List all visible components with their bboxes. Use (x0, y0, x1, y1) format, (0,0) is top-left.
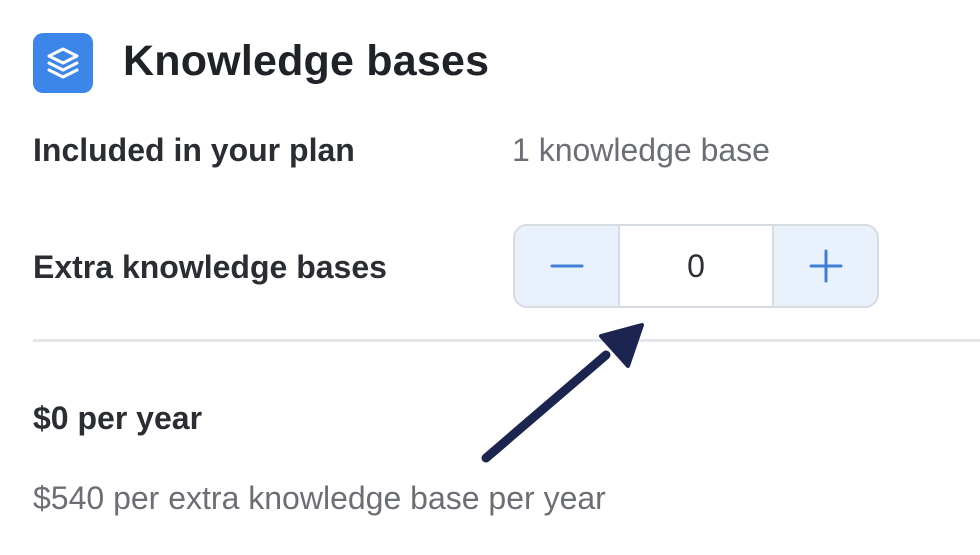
knowledge-bases-panel: Knowledge bases Included in your plan 1 … (0, 0, 980, 555)
quantity-input[interactable]: 0 (618, 226, 774, 306)
extra-knowledge-bases-label: Extra knowledge bases (33, 249, 387, 285)
included-plan-label: Included in your plan (33, 132, 355, 168)
plus-icon (809, 249, 842, 283)
decrement-button[interactable] (515, 226, 618, 306)
increment-button[interactable] (774, 226, 877, 306)
included-plan-value: 1 knowledge base (512, 132, 770, 168)
layers-icon (33, 33, 93, 93)
total-price: $0 per year (33, 400, 203, 436)
price-per-extra: $540 per extra knowledge base per year (33, 480, 606, 516)
quantity-stepper: 0 (513, 224, 879, 308)
minus-icon (550, 264, 583, 268)
section-divider (33, 339, 980, 342)
page-title: Knowledge bases (123, 37, 490, 85)
